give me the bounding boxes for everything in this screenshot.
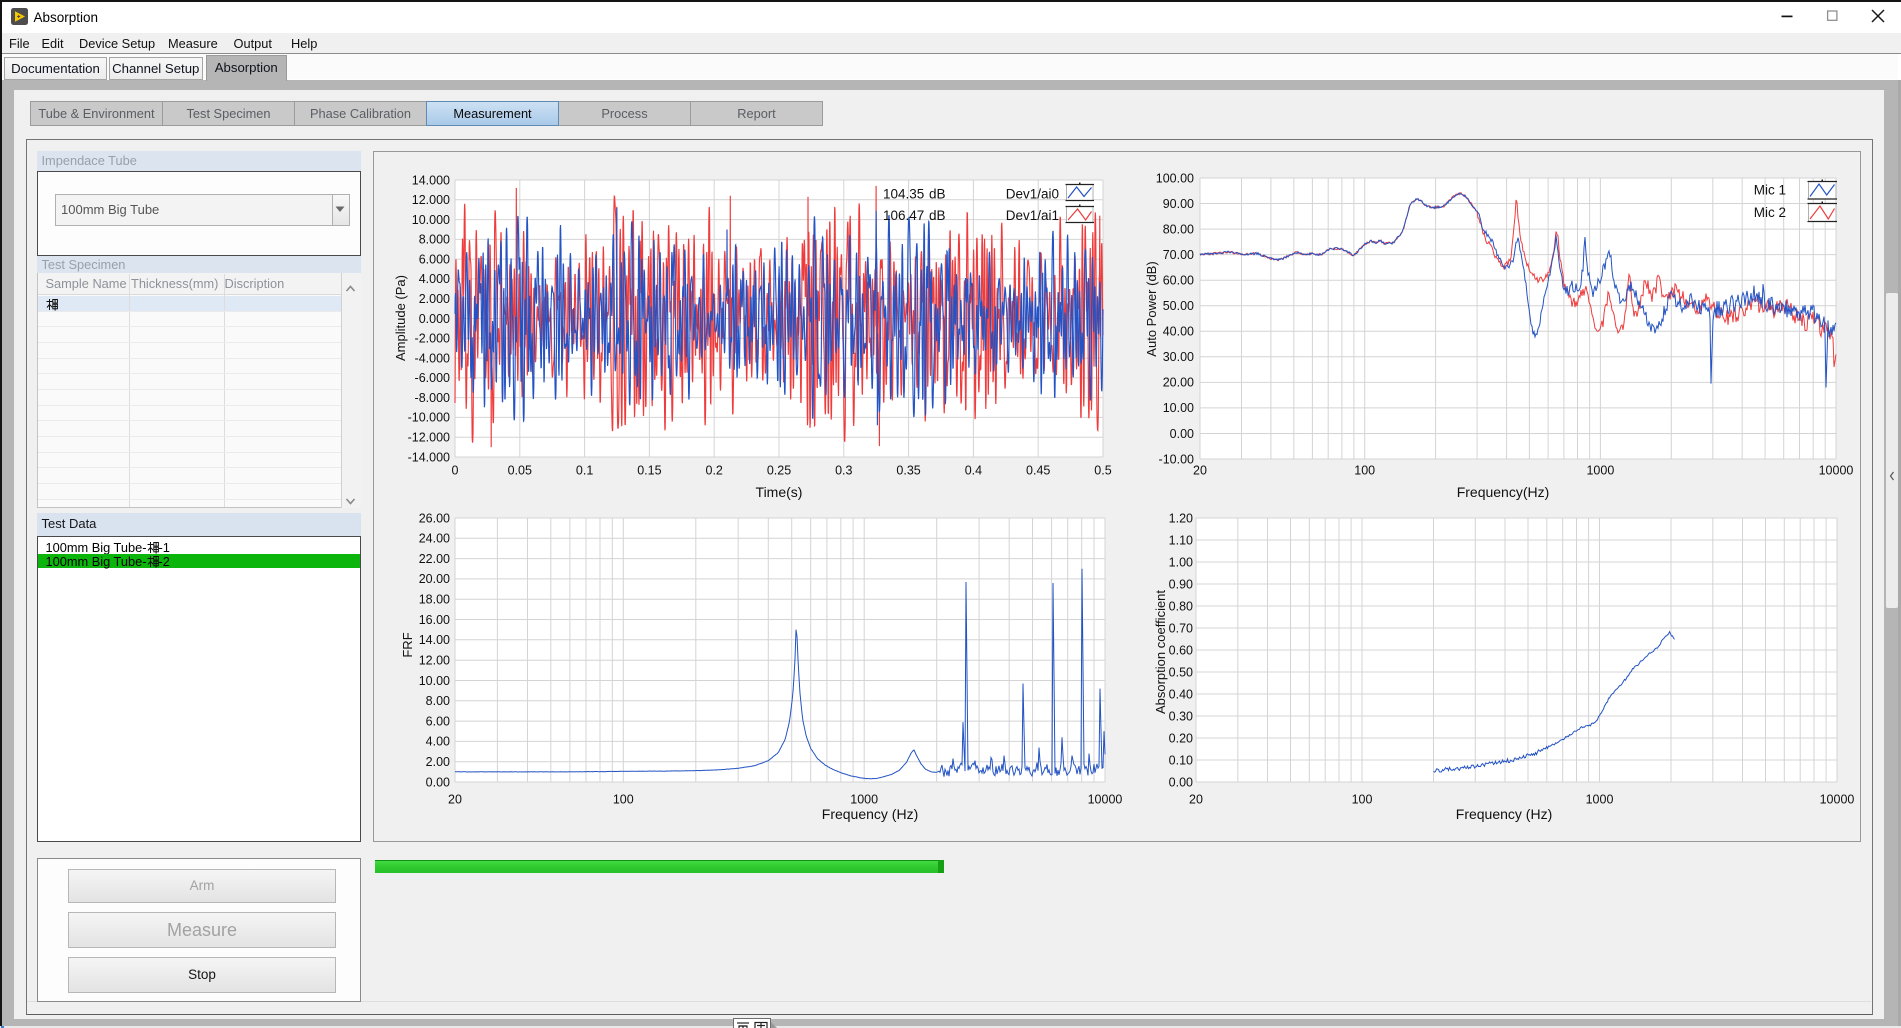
- svg-text:1.00: 1.00: [1169, 555, 1193, 569]
- svg-text:104.35: 104.35: [883, 187, 924, 202]
- svg-text:0.30: 0.30: [1169, 709, 1193, 723]
- svg-text:1000: 1000: [1586, 463, 1614, 477]
- svg-text:0.15: 0.15: [637, 463, 661, 477]
- svg-text:0.4: 0.4: [965, 463, 982, 477]
- svg-text:0.20: 0.20: [1169, 731, 1193, 745]
- svg-text:50.00: 50.00: [1163, 299, 1194, 313]
- svg-text:Auto Power (dB): Auto Power (dB): [1144, 261, 1159, 356]
- svg-text:-10.00: -10.00: [1159, 452, 1194, 466]
- svg-text:90.00: 90.00: [1163, 197, 1194, 211]
- svg-text:-10.000: -10.000: [408, 411, 450, 425]
- svg-text:Frequency(Hz): Frequency(Hz): [1457, 484, 1550, 500]
- svg-text:4.00: 4.00: [426, 735, 450, 749]
- svg-text:0.25: 0.25: [767, 463, 791, 477]
- svg-text:0.5: 0.5: [1094, 463, 1111, 477]
- svg-text:18.00: 18.00: [419, 593, 450, 607]
- svg-text:10000: 10000: [1088, 792, 1123, 806]
- svg-text:100: 100: [1354, 463, 1375, 477]
- svg-text:0.80: 0.80: [1169, 599, 1193, 613]
- svg-text:0.05: 0.05: [508, 463, 532, 477]
- svg-text:12.00: 12.00: [419, 654, 450, 668]
- svg-text:8.000: 8.000: [419, 233, 450, 247]
- svg-text:4.000: 4.000: [419, 272, 450, 286]
- svg-text:-14.000: -14.000: [408, 450, 450, 464]
- svg-text:24.00: 24.00: [419, 532, 450, 546]
- svg-text:6.000: 6.000: [419, 252, 450, 266]
- svg-text:30.00: 30.00: [1163, 350, 1194, 364]
- svg-text:1000: 1000: [1586, 792, 1614, 806]
- svg-text:0.00: 0.00: [426, 775, 450, 789]
- svg-text:22.00: 22.00: [419, 552, 450, 566]
- svg-text:1.10: 1.10: [1169, 533, 1193, 547]
- svg-text:8.00: 8.00: [426, 694, 450, 708]
- svg-text:70.00: 70.00: [1163, 248, 1194, 262]
- svg-text:20: 20: [1193, 463, 1207, 477]
- svg-text:0: 0: [452, 463, 459, 477]
- svg-text:0.2: 0.2: [706, 463, 723, 477]
- svg-text:1.20: 1.20: [1169, 511, 1193, 525]
- svg-text:0.40: 0.40: [1169, 687, 1193, 701]
- svg-text:60.00: 60.00: [1163, 274, 1194, 288]
- svg-text:Frequency (Hz): Frequency (Hz): [1456, 806, 1552, 822]
- svg-text:12.000: 12.000: [412, 193, 450, 207]
- svg-text:100.00: 100.00: [1156, 171, 1194, 185]
- svg-text:1000: 1000: [850, 792, 878, 806]
- svg-text:Mic 2: Mic 2: [1754, 205, 1786, 220]
- svg-text:16.00: 16.00: [419, 613, 450, 627]
- svg-text:10.000: 10.000: [412, 213, 450, 227]
- svg-text:FRF: FRF: [400, 632, 415, 657]
- svg-text:106.47: 106.47: [883, 208, 924, 223]
- svg-text:0.35: 0.35: [896, 463, 920, 477]
- svg-text:40.00: 40.00: [1163, 325, 1194, 339]
- svg-text:Dev1/ai1: Dev1/ai1: [1006, 208, 1059, 223]
- svg-text:Time(s): Time(s): [756, 484, 803, 500]
- svg-text:0.00: 0.00: [1169, 775, 1193, 789]
- svg-text:Frequency (Hz): Frequency (Hz): [822, 806, 918, 822]
- svg-text:0.50: 0.50: [1169, 665, 1193, 679]
- svg-text:0.60: 0.60: [1169, 643, 1193, 657]
- svg-text:2.000: 2.000: [419, 292, 450, 306]
- svg-text:6.00: 6.00: [426, 714, 450, 728]
- svg-text:Mic 1: Mic 1: [1754, 183, 1786, 198]
- svg-text:20.00: 20.00: [419, 572, 450, 586]
- svg-text:0.90: 0.90: [1169, 577, 1193, 591]
- svg-text:10.00: 10.00: [419, 674, 450, 688]
- svg-text:0.10: 0.10: [1169, 753, 1193, 767]
- svg-text:-2.000: -2.000: [415, 332, 450, 346]
- svg-text:20.00: 20.00: [1163, 376, 1194, 390]
- svg-text:Absorption coefficient: Absorption coefficient: [1153, 590, 1168, 714]
- svg-text:100: 100: [1352, 792, 1373, 806]
- svg-text:-12.000: -12.000: [408, 431, 450, 445]
- svg-text:2.00: 2.00: [426, 755, 450, 769]
- svg-text:10000: 10000: [1819, 463, 1854, 477]
- svg-text:26.00: 26.00: [419, 511, 450, 525]
- svg-text:14.00: 14.00: [419, 633, 450, 647]
- svg-text:0.00: 0.00: [1170, 427, 1194, 441]
- svg-text:20: 20: [448, 792, 462, 806]
- svg-text:-4.000: -4.000: [415, 351, 450, 365]
- svg-text:-6.000: -6.000: [415, 371, 450, 385]
- svg-text:20: 20: [1189, 792, 1203, 806]
- svg-text:dB: dB: [929, 187, 946, 202]
- svg-text:0.000: 0.000: [419, 312, 450, 326]
- svg-text:0.3: 0.3: [835, 463, 852, 477]
- svg-text:Dev1/ai0: Dev1/ai0: [1006, 187, 1059, 202]
- svg-text:-8.000: -8.000: [415, 391, 450, 405]
- svg-text:80.00: 80.00: [1163, 222, 1194, 236]
- svg-text:100: 100: [613, 792, 634, 806]
- svg-text:Amplitude (Pa): Amplitude (Pa): [393, 275, 408, 361]
- svg-text:14.000: 14.000: [412, 173, 450, 187]
- svg-text:10.00: 10.00: [1163, 401, 1194, 415]
- svg-text:10000: 10000: [1820, 792, 1855, 806]
- svg-text:dB: dB: [929, 208, 946, 223]
- svg-text:0.45: 0.45: [1026, 463, 1050, 477]
- svg-text:0.70: 0.70: [1169, 621, 1193, 635]
- svg-text:0.1: 0.1: [576, 463, 593, 477]
